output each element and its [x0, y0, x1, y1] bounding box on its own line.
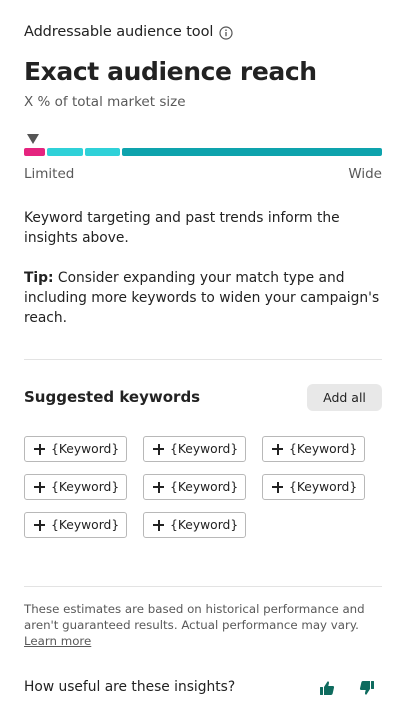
keyword-chip[interactable]: {Keyword}: [24, 474, 127, 500]
keyword-chip[interactable]: {Keyword}: [262, 436, 365, 462]
meter-segment-2: [47, 148, 83, 156]
meter-segment-limited: [24, 148, 45, 156]
learn-more-link[interactable]: Learn more: [24, 634, 91, 648]
thumbs-down-icon[interactable]: [359, 680, 375, 696]
meter-label-wide: Wide: [348, 166, 382, 182]
keyword-chip-label: {Keyword}: [51, 442, 120, 456]
disclaimer-text: These estimates are based on historical …: [24, 602, 365, 632]
market-size-subtitle: X % of total market size: [24, 94, 186, 110]
keyword-chip-label: {Keyword}: [170, 480, 239, 494]
tip-text: Consider expanding your match type and i…: [24, 270, 380, 326]
info-icon[interactable]: [219, 25, 233, 40]
divider: [24, 359, 382, 360]
page-title: Exact audience reach: [24, 57, 317, 86]
keyword-chip-label: {Keyword}: [289, 442, 358, 456]
plus-icon: [34, 481, 45, 493]
plus-icon: [272, 481, 283, 493]
add-all-button[interactable]: Add all: [307, 384, 382, 411]
thumbs-up-icon[interactable]: [319, 680, 335, 696]
keyword-chip[interactable]: {Keyword}: [143, 474, 246, 500]
plus-icon: [153, 519, 164, 531]
tip-paragraph: Tip: Consider expanding your match type …: [24, 268, 382, 328]
tool-title-text: Addressable audience tool: [24, 24, 214, 40]
keyword-chip-label: {Keyword}: [170, 518, 239, 532]
plus-icon: [34, 519, 45, 531]
audience-reach-meter: [24, 148, 382, 156]
keyword-chip[interactable]: {Keyword}: [24, 512, 127, 538]
meter-segment-3: [85, 148, 120, 156]
insights-description: Keyword targeting and past trends inform…: [24, 210, 340, 246]
triangle-down-icon: [26, 130, 40, 144]
keyword-chip[interactable]: {Keyword}: [143, 512, 246, 538]
keyword-chip-label: {Keyword}: [289, 480, 358, 494]
keyword-chip[interactable]: {Keyword}: [24, 436, 127, 462]
keyword-chip-label: {Keyword}: [51, 480, 120, 494]
keyword-chip[interactable]: {Keyword}: [143, 436, 246, 462]
feedback-question: How useful are these insights?: [24, 679, 236, 695]
tool-title: Addressable audience tool: [24, 24, 233, 40]
tip-label: Tip:: [24, 270, 54, 286]
plus-icon: [34, 443, 45, 455]
keyword-chip-label: {Keyword}: [51, 518, 120, 532]
plus-icon: [153, 443, 164, 455]
plus-icon: [153, 481, 164, 493]
suggested-keywords-heading: Suggested keywords: [24, 388, 201, 406]
plus-icon: [272, 443, 283, 455]
keyword-chip-label: {Keyword}: [170, 442, 239, 456]
meter-label-limited: Limited: [24, 166, 75, 182]
meter-segment-wide: [122, 148, 382, 156]
keyword-chip[interactable]: {Keyword}: [262, 474, 365, 500]
divider: [24, 586, 382, 587]
